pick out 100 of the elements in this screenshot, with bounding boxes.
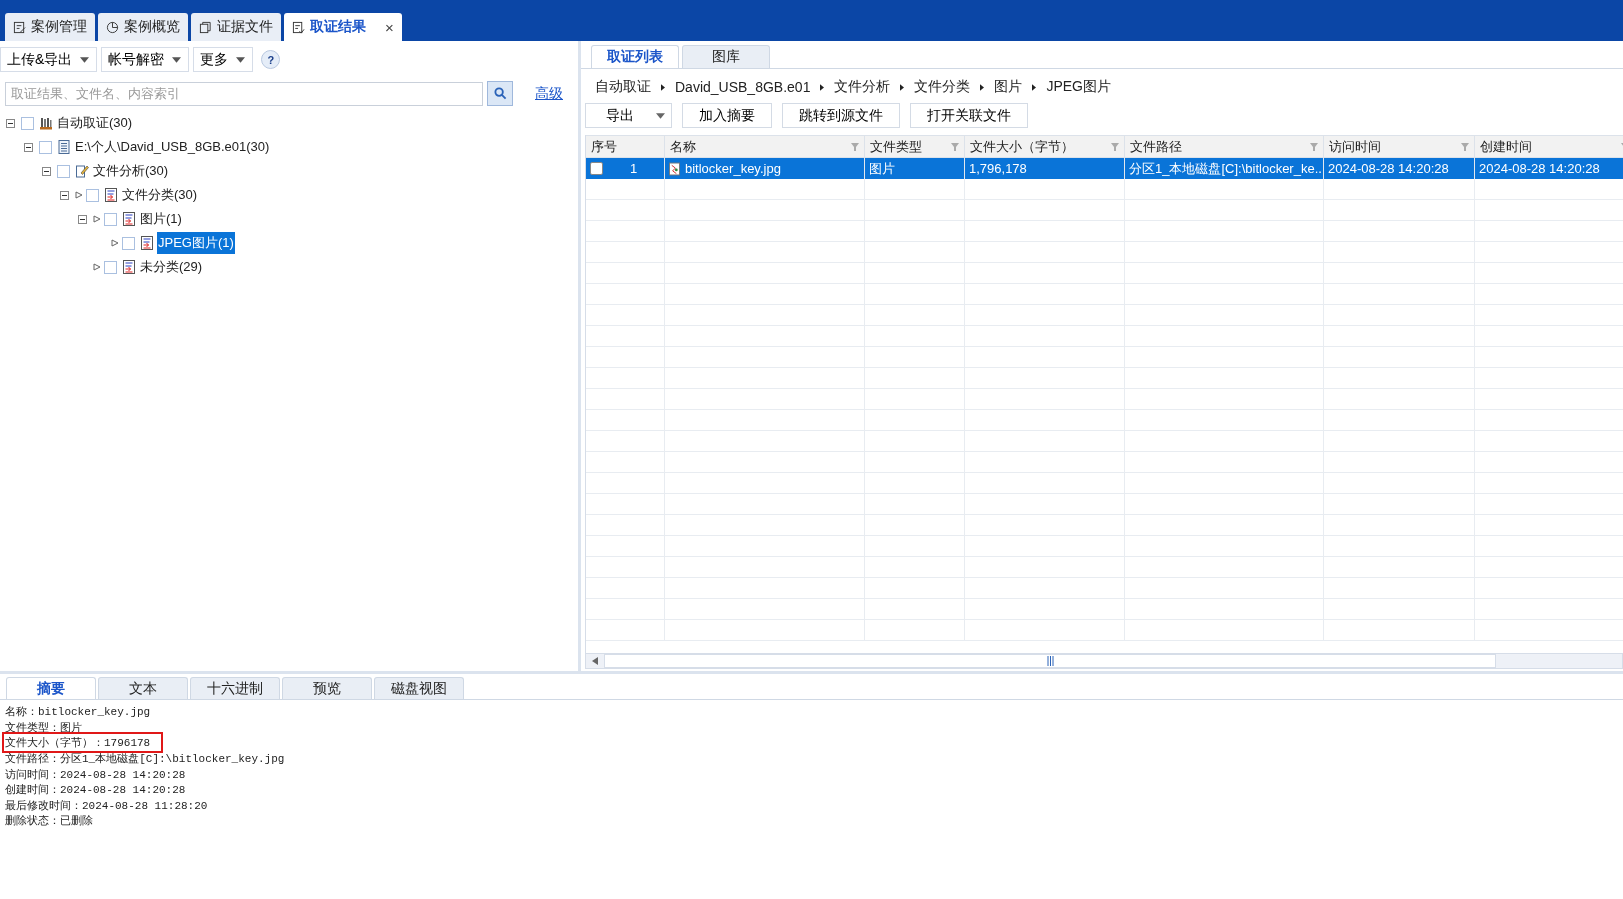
tab-label: 证据文件 xyxy=(217,18,273,36)
column-header[interactable]: 文件大小（字节） xyxy=(965,136,1125,157)
summary-line: 名称：bitlocker_key.jpg xyxy=(5,705,151,720)
filter-icon[interactable] xyxy=(951,142,959,151)
detail-tab[interactable]: 预览 xyxy=(282,677,372,699)
tree-item[interactable]: JPEG图片(1) xyxy=(157,232,235,254)
summary-line: 文件大小（字节）：1796178 xyxy=(5,735,161,751)
detail-tab[interactable]: 磁盘视图 xyxy=(374,677,464,699)
checkbox[interactable] xyxy=(104,212,117,226)
detail-tab[interactable]: 十六进制 xyxy=(190,677,280,699)
category-document-icon xyxy=(122,212,136,226)
column-header[interactable]: 序号 xyxy=(586,136,665,157)
summary-line: 文件类型：图片 xyxy=(5,720,82,735)
caret-icon xyxy=(80,56,90,63)
document-tab[interactable]: 案例概览 xyxy=(98,13,188,41)
tree-item[interactable]: 图片(1) xyxy=(139,208,183,230)
close-button[interactable]: × xyxy=(385,18,394,36)
caret-icon xyxy=(236,56,246,63)
tree-item[interactable]: 文件分析(30) xyxy=(92,160,170,182)
tree-item[interactable]: E:\个人\David_USB_8GB.e01(30) xyxy=(74,136,271,158)
chevron-icon xyxy=(661,83,665,91)
grip-icon xyxy=(1046,656,1054,666)
document-icon xyxy=(57,140,71,154)
checkbox[interactable] xyxy=(86,188,99,202)
collapse-toggle[interactable] xyxy=(60,189,72,201)
breadcrumb-item[interactable]: 文件分析 xyxy=(834,78,891,96)
search-button[interactable] xyxy=(487,81,513,106)
view-tab[interactable]: 图库 xyxy=(682,45,770,68)
advanced-link[interactable]: 高级 xyxy=(535,84,563,103)
document-tab[interactable]: 证据文件 xyxy=(191,13,281,41)
action-button[interactable]: 加入摘要 xyxy=(682,103,772,128)
tree-item[interactable]: 文件分类(30) xyxy=(121,184,199,206)
filter-icon[interactable] xyxy=(1310,142,1318,151)
breadcrumb-item[interactable]: 文件分类 xyxy=(914,78,971,96)
dropdown-button[interactable]: 更多 xyxy=(193,47,254,72)
scroll-left-icon[interactable] xyxy=(592,657,598,665)
search-field[interactable]: 取证结果、文件名、内容索引 xyxy=(5,81,483,106)
column-header[interactable]: 访问时间 xyxy=(1324,136,1475,157)
column-header[interactable]: 文件路径 xyxy=(1125,136,1324,157)
collapse-toggle[interactable] xyxy=(6,117,18,129)
detail-tab[interactable]: 摘要 xyxy=(6,677,96,699)
caret-icon xyxy=(656,112,665,119)
summary-line: 删除状态：已删除 xyxy=(5,814,93,829)
action-button[interactable]: 跳转到源文件 xyxy=(782,103,900,128)
tree-item[interactable]: 未分类(29) xyxy=(139,256,204,278)
horizontal-scrollbar[interactable] xyxy=(585,653,1623,669)
document-tab[interactable]: 取证结果 × xyxy=(284,13,402,41)
scroll-thumb[interactable] xyxy=(604,654,1496,668)
chevron-icon xyxy=(980,83,985,91)
breadcrumb-item[interactable]: 自动取证 xyxy=(595,78,651,96)
triangle-icon xyxy=(93,215,101,223)
collapse-toggle[interactable] xyxy=(24,141,36,153)
column-header[interactable]: 创建时间 xyxy=(1475,136,1623,157)
category-document-icon xyxy=(104,188,118,202)
table-row[interactable]: 1 bitlocker_key.jpg 图片 1,796,178 分区1_本地磁盘[C]:\bitlocker_ke... 2024-08-28 14:20:28 2024-08-28 14:20:28 xyxy=(586,158,1623,179)
view-tab[interactable]: 取证列表 xyxy=(591,45,679,68)
edit-icon xyxy=(13,20,26,34)
dropdown-button[interactable]: 帐号解密 xyxy=(101,47,190,72)
search-icon xyxy=(493,87,507,100)
action-button[interactable]: 打开关联文件 xyxy=(910,103,1028,128)
collapse-toggle[interactable] xyxy=(78,213,90,225)
table-cell: 图片 xyxy=(869,159,895,178)
column-header[interactable]: 文件类型 xyxy=(865,136,965,157)
summary-line: 最后修改时间：2024-08-28 11:28:20 xyxy=(5,798,208,813)
triangle-icon xyxy=(93,263,101,271)
tree-item[interactable]: 自动取证(30) xyxy=(56,112,134,134)
checkbox[interactable] xyxy=(39,140,52,154)
checkbox[interactable] xyxy=(57,164,70,178)
breadcrumb-item[interactable]: JPEG图片 xyxy=(1046,78,1111,96)
books-icon xyxy=(39,116,53,130)
checkbox[interactable] xyxy=(590,162,603,175)
triangle-icon xyxy=(111,239,119,247)
chevron-icon xyxy=(900,83,905,91)
checkbox[interactable] xyxy=(122,236,135,250)
table-cell: 1 xyxy=(630,161,638,176)
tab-label: 案例概览 xyxy=(124,18,180,36)
table-cell: 2024-08-28 14:20:28 xyxy=(1328,161,1449,176)
detail-tab[interactable]: 文本 xyxy=(98,677,188,699)
summary-line: 文件路径：分区1_本地磁盘[C]:\bitlocker_key.jpg xyxy=(5,752,285,767)
tab-label: 案例管理 xyxy=(31,18,87,36)
checkbox[interactable] xyxy=(104,260,117,274)
filter-icon[interactable] xyxy=(851,142,859,151)
document-tab[interactable]: 案例管理 xyxy=(5,13,95,41)
triangle-icon xyxy=(75,191,83,199)
pie-chart-icon xyxy=(106,20,119,34)
dropdown-button[interactable]: 上传&导出 xyxy=(0,47,98,72)
pencil-document-icon xyxy=(75,164,89,178)
checkbox[interactable] xyxy=(21,116,34,130)
breadcrumb-item[interactable]: 图片 xyxy=(994,78,1023,96)
column-header[interactable]: 名称 xyxy=(665,136,865,157)
summary-line: 访问时间：2024-08-28 14:20:28 xyxy=(5,767,186,782)
action-button[interactable]: 导出 xyxy=(585,103,672,128)
filter-icon[interactable] xyxy=(1111,142,1119,151)
tab-label: 取证结果 xyxy=(310,18,366,36)
filter-icon[interactable] xyxy=(1461,142,1469,151)
breadcrumb-item[interactable]: David_USB_8GB.e01 xyxy=(675,79,811,95)
help-button[interactable]: ? xyxy=(261,50,281,69)
table-cell: bitlocker_key.jpg xyxy=(685,161,781,176)
chevron-icon xyxy=(820,83,825,91)
collapse-toggle[interactable] xyxy=(42,165,54,177)
